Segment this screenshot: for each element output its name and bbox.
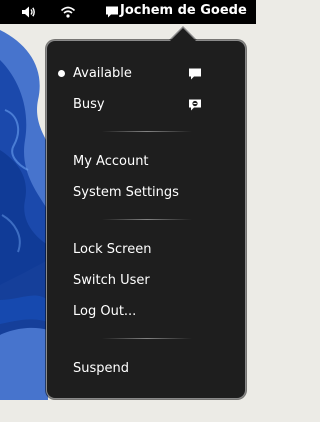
menu-item-suspend[interactable]: Suspend xyxy=(47,357,245,381)
menu-item-label: Log Out... xyxy=(73,304,137,319)
menu-item-available[interactable]: Available xyxy=(47,62,245,86)
menu-separator xyxy=(102,219,192,220)
menu-arrow xyxy=(169,28,197,42)
menu-item-label: System Settings xyxy=(73,185,179,200)
menu-item-label: Lock Screen xyxy=(73,242,152,257)
menu-item-lock-screen[interactable]: Lock Screen xyxy=(47,238,245,262)
menu-item-label: My Account xyxy=(73,154,149,169)
menu-item-switch-user[interactable]: Switch User xyxy=(47,269,245,293)
speaker-volume-icon[interactable] xyxy=(20,4,36,20)
menu-item-my-account[interactable]: My Account xyxy=(47,150,245,174)
top-panel: Jochem de Goede xyxy=(0,0,256,24)
menu-item-label: Available xyxy=(73,66,132,81)
menu-separator xyxy=(102,131,192,132)
chat-bubble-icon xyxy=(187,66,203,82)
selected-indicator xyxy=(58,70,65,77)
menu-item-busy[interactable]: Busy xyxy=(47,93,245,117)
busy-chat-icon xyxy=(187,97,203,113)
user-menu-button[interactable]: Jochem de Goede xyxy=(120,3,247,18)
menu-item-label: Busy xyxy=(73,97,105,112)
chat-bubble-icon xyxy=(104,4,120,20)
user-status-menu: Available Busy My Account System Setting… xyxy=(46,40,246,399)
menu-item-system-settings[interactable]: System Settings xyxy=(47,181,245,205)
wifi-icon[interactable] xyxy=(60,4,76,20)
menu-item-log-out[interactable]: Log Out... xyxy=(47,300,245,324)
menu-separator xyxy=(102,338,192,339)
menu-item-label: Suspend xyxy=(73,361,130,376)
menu-item-label: Switch User xyxy=(73,273,150,288)
